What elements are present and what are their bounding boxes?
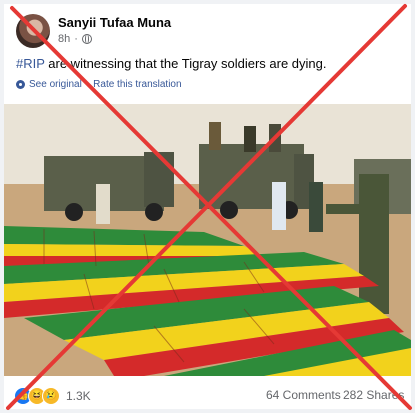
post-time[interactable]: 8h: [58, 33, 70, 45]
translate-separator: ·: [85, 79, 90, 90]
translation-bar: See original · Rate this translation: [16, 79, 182, 90]
photo-image: [4, 104, 411, 376]
gear-icon: [16, 80, 25, 89]
avatar[interactable]: [16, 14, 50, 48]
globe-icon: [81, 34, 92, 44]
reactions-summary[interactable]: 👍 😆 😢 1.3K: [14, 386, 91, 406]
post-photo[interactable]: [4, 104, 411, 376]
post-text: #RIP are witnessing that the Tigray sold…: [16, 56, 326, 71]
facebook-post: Sanyii Tufaa Muna 8h · #RIP are witnessi…: [4, 4, 411, 409]
rate-translation-link[interactable]: Rate this translation: [93, 79, 181, 90]
meta-separator: ·: [74, 33, 78, 45]
post-footer: 👍 😆 😢 1.3K 64 Comments 282 Shares: [4, 380, 411, 409]
sad-icon: 😢: [42, 387, 60, 405]
reactions-count: 1.3K: [66, 389, 91, 403]
see-original-link[interactable]: See original: [29, 79, 82, 90]
comments-count[interactable]: 64 Comments: [266, 388, 341, 402]
shares-count[interactable]: 282 Shares: [343, 388, 404, 402]
post-body: are witnessing that the Tigray soldiers …: [44, 56, 327, 71]
author-name[interactable]: Sanyii Tufaa Muna: [58, 15, 171, 30]
post-meta: 8h ·: [58, 33, 92, 45]
hashtag-link[interactable]: #RIP: [16, 56, 45, 71]
